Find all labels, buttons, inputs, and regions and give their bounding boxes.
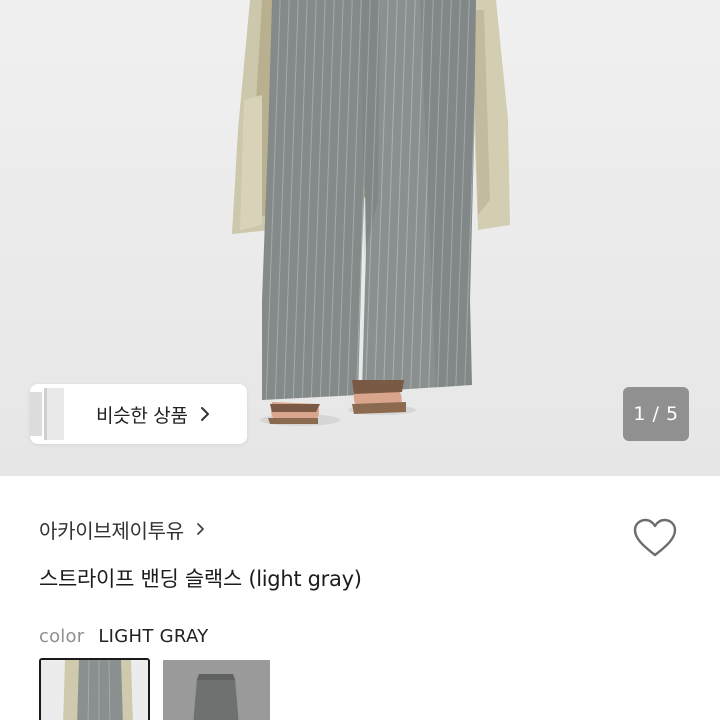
chevron-right-icon — [196, 520, 208, 538]
shop-link[interactable]: 아카이브제이투유 — [39, 514, 208, 544]
color-label: color — [39, 625, 85, 647]
similar-products-label: 비슷한 상품 — [96, 404, 188, 427]
color-swatch[interactable] — [161, 658, 272, 720]
similar-products-thumbnail — [30, 384, 70, 444]
product-title: 스트라이프 밴딩 슬랙스 (light gray) — [39, 567, 362, 591]
color-swatch-selected[interactable] — [39, 658, 150, 720]
heart-outline-icon — [633, 518, 677, 557]
similar-products-button[interactable]: 비슷한 상품 — [30, 384, 247, 444]
product-image-carousel[interactable]: 비슷한 상품 1 / 5 — [0, 0, 720, 476]
color-option-row: color LIGHT GRAY — [39, 622, 209, 650]
image-page-counter: 1 / 5 — [623, 387, 689, 441]
shop-name: 아카이브제이투유 — [39, 518, 184, 543]
chevron-right-icon — [200, 404, 214, 424]
wishlist-button[interactable] — [630, 514, 680, 562]
color-value: LIGHT GRAY — [98, 625, 209, 647]
